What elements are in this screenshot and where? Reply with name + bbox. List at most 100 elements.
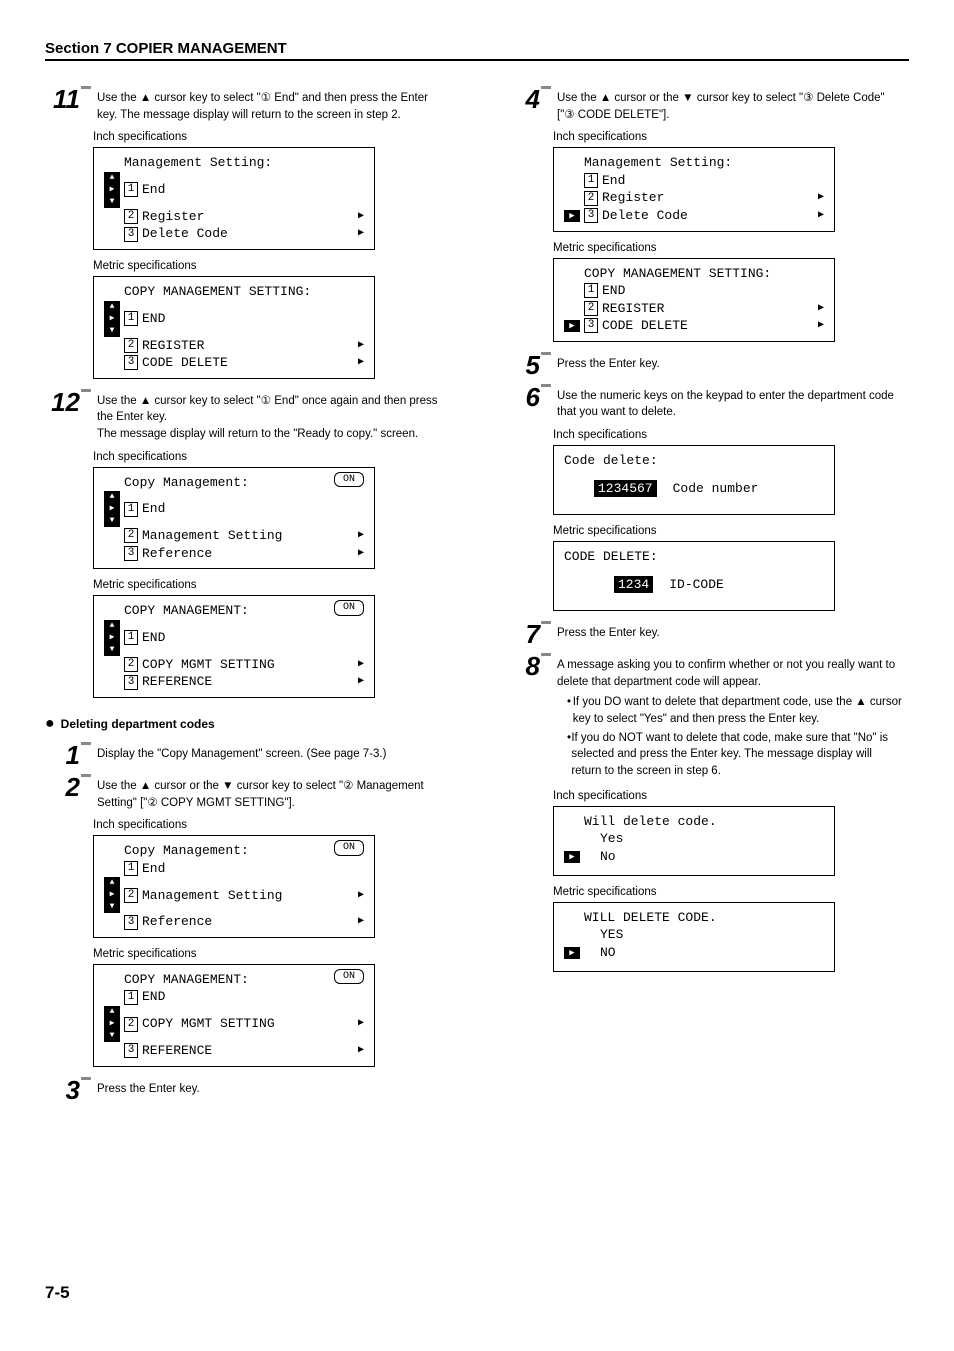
lcd-title: COPY MANAGEMENT SETTING: <box>584 265 771 283</box>
box-1-icon: 1 <box>584 173 598 188</box>
box-2-icon: 2 <box>124 528 138 543</box>
triangle-icon: ▶ <box>818 302 824 316</box>
step-number: 5 <box>526 352 540 378</box>
cursor-icon: ▶ <box>564 320 580 332</box>
box-3-icon: 3 <box>124 227 138 242</box>
lcd-line: Reference <box>142 545 212 563</box>
step-text: Use the ▲ cursor or the ▼ cursor key to … <box>97 774 445 811</box>
on-badge: ON <box>334 969 364 985</box>
step-number: 1 <box>66 742 80 768</box>
lcd-step8-metric: WILL DELETE CODE. YES ▶NO <box>553 902 835 972</box>
lcd-title: Management Setting: <box>584 154 732 172</box>
lcd-line: End <box>142 860 165 878</box>
content-columns: 11 Use the ▲ cursor key to select "① End… <box>45 86 909 1303</box>
box-2-icon: 2 <box>124 888 138 903</box>
step-accent-icon <box>541 384 551 387</box>
box-2-icon: 2 <box>124 657 138 672</box>
step-text: Press the Enter key. <box>557 352 905 373</box>
triangle-icon: ▶ <box>358 915 364 929</box>
cursor-icon: ▶ <box>564 210 580 222</box>
cursor-icon: ▲▶▼ <box>104 301 120 337</box>
step-accent-icon <box>541 653 551 656</box>
step-text: Press the Enter key. <box>97 1077 445 1098</box>
triangle-icon: ▶ <box>358 529 364 543</box>
section-title: Section 7 COPIER MANAGEMENT <box>45 40 909 61</box>
spec-label-inch: Inch specifications <box>553 790 905 802</box>
box-1-icon: 1 <box>124 502 138 517</box>
triangle-icon: ▶ <box>358 210 364 224</box>
triangle-icon: ▶ <box>818 191 824 205</box>
step-accent-icon <box>541 86 551 89</box>
box-1-icon: 1 <box>124 861 138 876</box>
lcd-line: End <box>142 181 165 199</box>
step-number: 2 <box>66 774 80 800</box>
lcd-step4-inch: Management Setting: 1End 2Register▶ ▶3De… <box>553 147 835 231</box>
step-accent-icon <box>81 774 91 777</box>
lcd-title: COPY MANAGEMENT SETTING: <box>124 283 311 301</box>
step-accent-icon <box>81 86 91 89</box>
spec-label-metric: Metric specifications <box>93 260 445 272</box>
step-accent-icon <box>81 389 91 392</box>
lcd-step12-inch: ON Copy Management: ▲▶▼1End 2Management … <box>93 467 375 570</box>
box-3-icon: 3 <box>124 546 138 561</box>
box-2-icon: 2 <box>584 301 598 316</box>
step-text: A message asking you to confirm whether … <box>557 653 905 782</box>
lcd-code-label: ID-CODE <box>669 576 724 594</box>
lcd-title: Management Setting: <box>124 154 272 172</box>
lcd-line: End <box>602 172 625 190</box>
lcd-line: REGISTER <box>142 337 204 355</box>
lcd-step2-inch: ON Copy Management: 1End ▲▶▼2Management … <box>93 835 375 938</box>
lcd-code-value: 1234567 <box>594 480 657 498</box>
spec-label-metric: Metric specifications <box>553 242 905 254</box>
box-2-icon: 2 <box>124 209 138 224</box>
lcd-step2-metric: ON COPY MANAGEMENT: 1END ▲▶▼2COPY MGMT S… <box>93 964 375 1067</box>
lcd-line: END <box>142 988 165 1006</box>
lcd-line: END <box>142 629 165 647</box>
lcd-line: REFERENCE <box>142 1042 212 1060</box>
subheading-text: Deleting department codes <box>61 717 215 731</box>
triangle-icon: ▶ <box>358 675 364 689</box>
step-text-2: The message display will return to the "… <box>97 428 418 440</box>
box-1-icon: 1 <box>124 311 138 326</box>
step-text: Use the numeric keys on the keypad to en… <box>557 384 905 421</box>
spec-label-inch: Inch specifications <box>553 131 905 143</box>
spec-label-inch: Inch specifications <box>93 819 445 831</box>
lcd-line: COPY MGMT SETTING <box>142 1015 275 1033</box>
triangle-icon: ▶ <box>358 658 364 672</box>
step-text-main: A message asking you to confirm whether … <box>557 659 895 688</box>
box-1-icon: 1 <box>124 182 138 197</box>
triangle-icon: ▶ <box>358 1017 364 1031</box>
bullet-icon: ● <box>45 716 55 732</box>
spec-label-inch: Inch specifications <box>93 131 445 143</box>
step-12: 12 Use the ▲ cursor key to select "① End… <box>45 389 445 443</box>
lcd-step6-inch: Code delete: 1234567Code number <box>553 445 835 515</box>
box-3-icon: 3 <box>124 355 138 370</box>
lcd-step4-metric: COPY MANAGEMENT SETTING: 1END 2REGISTER▶… <box>553 258 835 342</box>
lcd-line: END <box>142 310 165 328</box>
lcd-line: YES <box>600 926 623 944</box>
lcd-line: Yes <box>600 830 623 848</box>
step-number: 11 <box>53 86 80 112</box>
triangle-icon: ▶ <box>358 1044 364 1058</box>
lcd-line: End <box>142 500 165 518</box>
spec-label-inch: Inch specifications <box>553 429 905 441</box>
spec-label-metric: Metric specifications <box>553 886 905 898</box>
triangle-icon: ▶ <box>358 356 364 370</box>
lcd-line: Register <box>142 208 204 226</box>
lcd-title: Will delete code. <box>584 813 717 831</box>
cursor-icon: ▲▶▼ <box>104 877 120 913</box>
box-1-icon: 1 <box>124 990 138 1005</box>
triangle-icon: ▶ <box>358 889 364 903</box>
lcd-title: CODE DELETE: <box>564 548 658 566</box>
step-text-1: Use the ▲ cursor key to select "① End" o… <box>97 395 438 424</box>
spec-label-metric: Metric specifications <box>93 579 445 591</box>
step-3: 3 Press the Enter key. <box>45 1077 445 1103</box>
step-7: 7 Press the Enter key. <box>505 621 905 647</box>
bullet-2: If you do NOT want to delete that code, … <box>571 730 905 780</box>
step-text: Use the ▲ cursor or the ▼ cursor key to … <box>557 86 905 123</box>
lcd-title: COPY MANAGEMENT: <box>124 602 249 620</box>
step-2: 2 Use the ▲ cursor or the ▼ cursor key t… <box>45 774 445 811</box>
subheading-deleting: ● Deleting department codes <box>45 716 445 732</box>
lcd-line: No <box>600 848 616 866</box>
lcd-step12-metric: ON COPY MANAGEMENT: ▲▶▼1END 2COPY MGMT S… <box>93 595 375 698</box>
